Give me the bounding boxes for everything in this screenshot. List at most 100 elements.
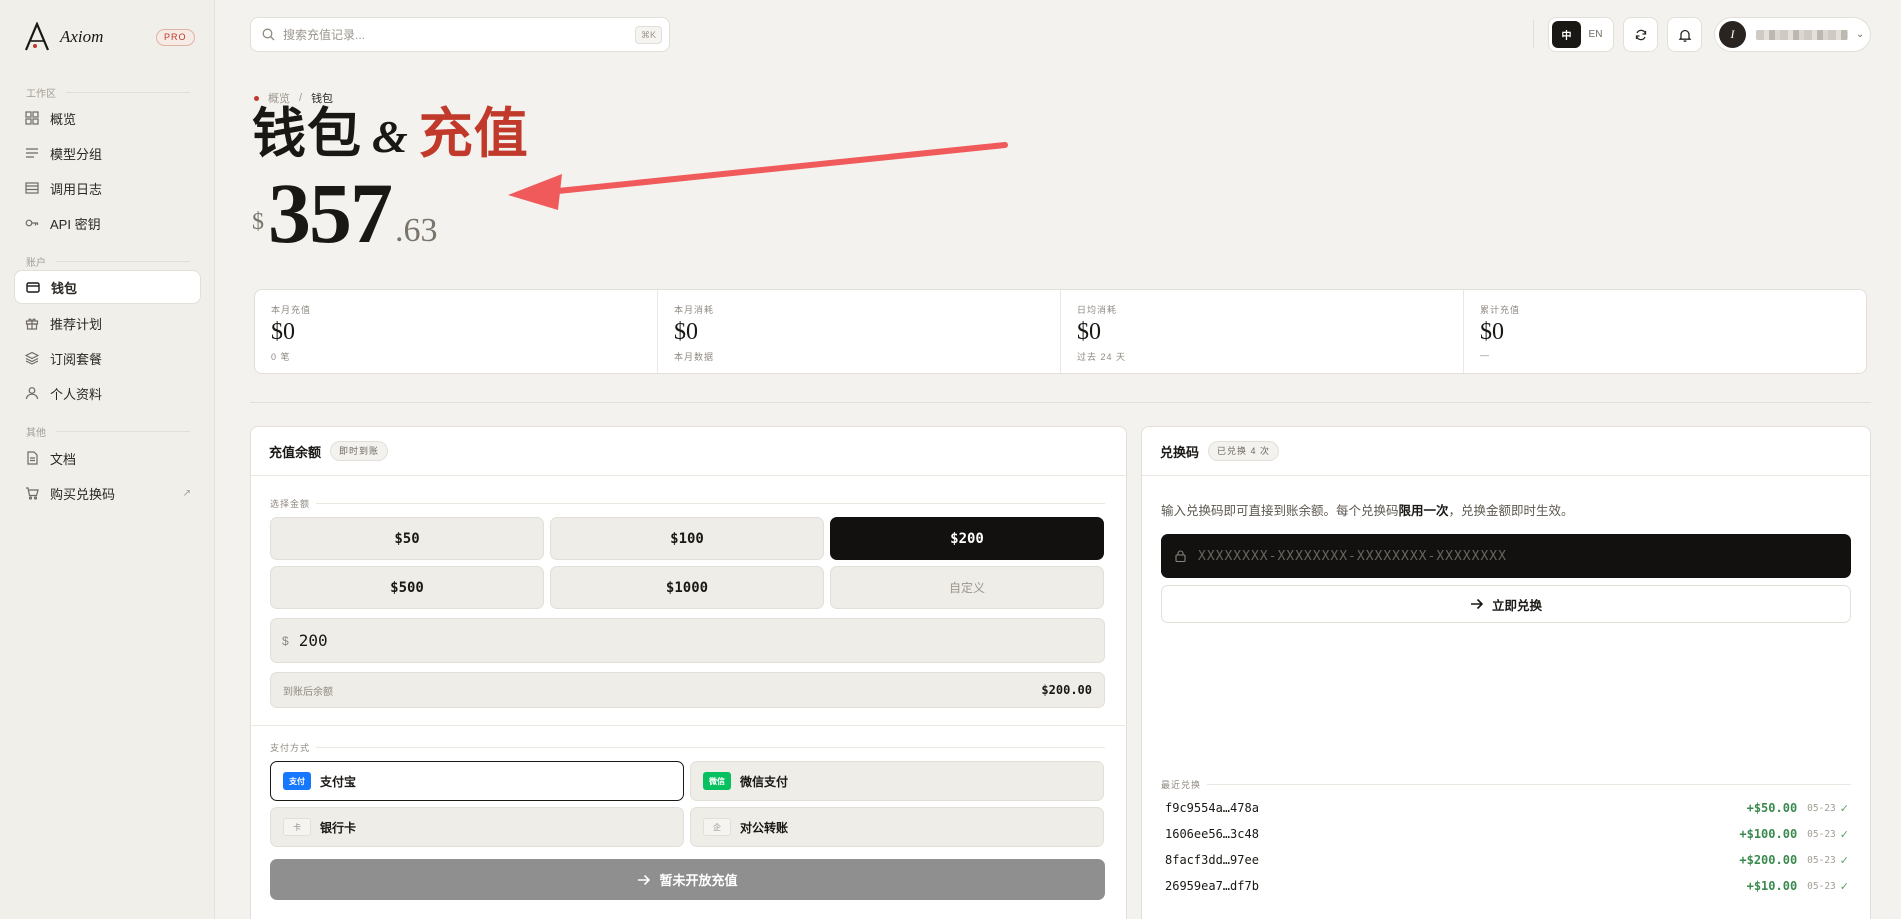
redeem-amount: +$100.00	[1739, 827, 1798, 841]
search-bar[interactable]: ⌘K	[250, 17, 670, 52]
section-divider	[250, 402, 1871, 403]
payment-corporate-transfer[interactable]: 企 对公转账	[690, 807, 1104, 847]
amount-200-button[interactable]: $200	[830, 517, 1104, 560]
stat-value: $0	[674, 319, 698, 345]
sidebar-item-profile[interactable]: 个人资料	[14, 376, 201, 410]
user-menu[interactable]: I ⌄	[1714, 17, 1871, 52]
amount-input[interactable]	[298, 631, 1079, 650]
theme-toggle-button[interactable]	[1623, 17, 1658, 52]
notifications-button[interactable]	[1667, 17, 1702, 52]
grid-icon	[25, 111, 39, 125]
table-icon	[25, 181, 39, 195]
redeem-amount: +$50.00	[1746, 801, 1798, 815]
redeem-code: f9c9554a…478a	[1165, 801, 1259, 815]
check-icon: ✓	[1839, 828, 1849, 841]
breadcrumb-dot-icon	[254, 95, 259, 101]
document-icon	[25, 451, 39, 465]
stat-sub: 0 笔	[271, 352, 291, 362]
amount-100-button[interactable]: $100	[550, 517, 824, 560]
amount-input-field[interactable]: $	[270, 618, 1105, 663]
topup-title: 充值余额	[269, 444, 322, 460]
stat-label: 日均消耗	[1077, 305, 1118, 315]
stat-label: 本月消耗	[674, 305, 715, 315]
redeem-amount: +$10.00	[1746, 879, 1798, 893]
stat-label: 本月充值	[271, 305, 312, 315]
lang-zh-button[interactable]: 中	[1552, 21, 1581, 48]
payment-label: 银行卡	[320, 820, 357, 835]
redeem-now-button[interactable]: 立即兑换	[1161, 585, 1851, 623]
search-icon	[262, 28, 275, 41]
redeem-description: 输入兑换码即可直接到账余额。每个兑换码限用一次，兑换金额即时生效。	[1161, 500, 1574, 519]
search-input[interactable]	[283, 27, 613, 42]
lock-icon	[1175, 550, 1186, 562]
cart-icon	[25, 486, 39, 500]
refresh-icon	[1635, 29, 1646, 40]
payment-bank-card[interactable]: 卡 银行卡	[270, 807, 684, 847]
amount-section-label: 选择金额	[270, 497, 1105, 510]
topup-badge: 即时到账	[330, 441, 389, 461]
check-icon: ✓	[1839, 854, 1849, 867]
arrow-right-icon	[1470, 598, 1484, 610]
sidebar-item-overview[interactable]: 概览	[14, 101, 201, 135]
stat-value: $0	[1077, 319, 1101, 345]
card-icon: 卡	[283, 818, 311, 836]
user-name-redacted	[1756, 29, 1848, 40]
payment-label: 支付宝	[320, 774, 357, 789]
layers-icon	[25, 351, 39, 365]
bell-icon	[1678, 29, 1691, 42]
stat-month-usage: 本月消耗 $0 本月数据	[658, 290, 1061, 373]
corporate-icon: 企	[703, 818, 731, 836]
stat-total-topup: 累计充值 $0 —	[1464, 290, 1866, 373]
list-icon	[25, 146, 39, 160]
language-toggle[interactable]: 中 EN	[1548, 17, 1614, 52]
shortcut-hint: ⌘K	[634, 26, 662, 44]
sidebar-item-label: 推荐计划	[50, 316, 103, 332]
list-item: 8facf3dd…97ee +$200.00 05-23 ✓	[1165, 850, 1849, 870]
user-icon	[25, 386, 39, 400]
lang-en-button[interactable]: EN	[1581, 21, 1610, 48]
sidebar-item-api-keys[interactable]: API 密钥	[14, 206, 201, 240]
chevron-down-icon: ⌄	[1856, 29, 1865, 40]
sidebar-item-label: 个人资料	[50, 386, 103, 402]
payment-alipay[interactable]: 支付 支付宝	[270, 761, 684, 801]
sidebar-item-label: API 密钥	[50, 216, 101, 232]
sidebar-item-wallet[interactable]: 钱包	[14, 270, 201, 304]
redeem-code-input[interactable]	[1198, 548, 1838, 564]
stat-value: $0	[271, 319, 295, 345]
brand[interactable]: Axiom	[24, 22, 103, 52]
stat-value: $0	[1480, 319, 1504, 345]
alipay-icon: 支付	[283, 772, 311, 790]
key-icon	[25, 216, 39, 230]
sidebar-item-subscriptions[interactable]: 订阅套餐	[14, 341, 201, 375]
amount-1000-button[interactable]: $1000	[550, 566, 824, 609]
amount-custom-button[interactable]: 自定义	[830, 566, 1104, 609]
amount-500-button[interactable]: $500	[270, 566, 544, 609]
redeem-date: 05-23	[1807, 828, 1836, 840]
amount-50-button[interactable]: $50	[270, 517, 544, 560]
payment-section-label: 支付方式	[270, 741, 1105, 754]
list-item: f9c9554a…478a +$50.00 05-23 ✓	[1165, 798, 1849, 818]
redeem-code-field[interactable]	[1161, 534, 1851, 578]
stat-sub: —	[1480, 350, 1490, 360]
wechat-pay-icon: 微信	[703, 772, 731, 790]
payment-wechat[interactable]: 微信 微信支付	[690, 761, 1104, 801]
pro-badge: PRO	[156, 29, 195, 46]
payment-label: 对公转账	[740, 820, 789, 835]
balance-after-label: 到账后余额	[283, 686, 333, 698]
sidebar-item-referral[interactable]: 推荐计划	[14, 306, 201, 340]
sidebar-item-model-groups[interactable]: 模型分组	[14, 136, 201, 170]
redeem-code: 26959ea7…df7b	[1165, 879, 1259, 893]
nav-section-account: 账户	[26, 254, 190, 269]
page-title-part-a: 钱包	[252, 104, 362, 164]
redeem-date: 05-23	[1807, 880, 1836, 892]
external-link-icon: ↗	[182, 487, 191, 499]
topup-submit-button[interactable]: 暂未开放充值	[270, 859, 1105, 900]
sidebar-item-buy-codes[interactable]: 购买兑换码 ↗	[14, 476, 201, 510]
sidebar-item-label: 模型分组	[50, 146, 103, 162]
sidebar-item-docs[interactable]: 文档	[14, 441, 201, 475]
page-title: 钱包 & 充值	[252, 104, 529, 167]
sidebar-item-label: 文档	[50, 451, 77, 467]
sidebar-item-label: 调用日志	[50, 181, 103, 197]
sidebar-item-call-logs[interactable]: 调用日志	[14, 171, 201, 205]
topbar-divider	[1533, 20, 1534, 48]
